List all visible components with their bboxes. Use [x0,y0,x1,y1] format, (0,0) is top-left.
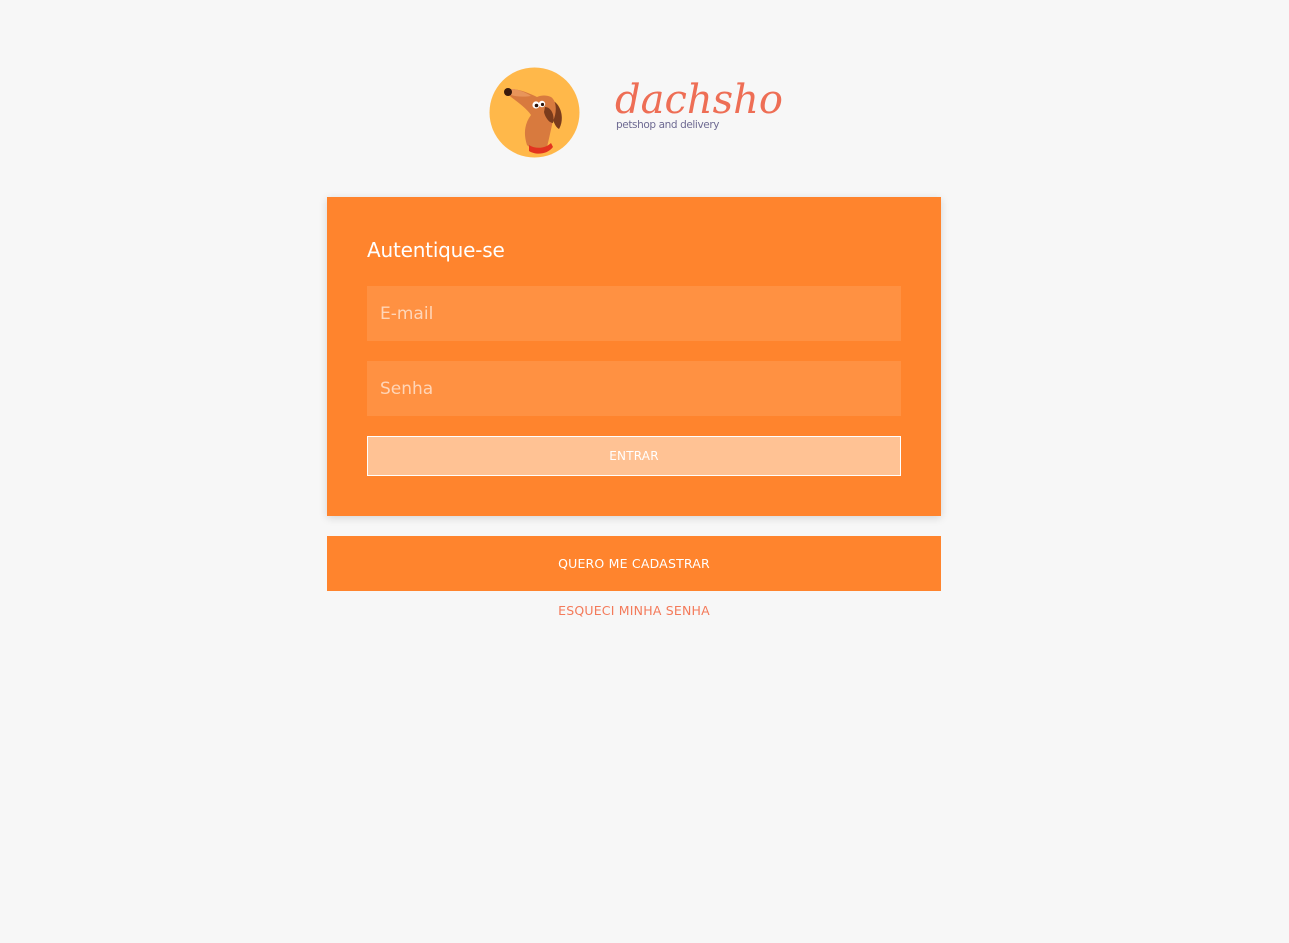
login-title: Autentique-se [367,238,505,262]
forgot-password-link[interactable]: ESQUECI MINHA SENHA [327,603,941,618]
brand-wordmark: dachshop petshop and delivery [615,77,784,131]
brand-logo: dachshop petshop and delivery [489,67,789,159]
brand-tagline: petshop and delivery [616,119,719,131]
login-page: dachshop petshop and delivery Autentique… [0,0,1289,943]
login-card: Autentique-se ENTRAR [327,197,941,516]
password-input[interactable] [367,361,901,416]
email-input[interactable] [367,286,901,341]
brand-name: dachshop [615,77,784,123]
login-submit-button[interactable]: ENTRAR [367,436,901,476]
register-button[interactable]: QUERO ME CADASTRAR [327,536,941,591]
dachshund-dog-icon [489,67,580,158]
